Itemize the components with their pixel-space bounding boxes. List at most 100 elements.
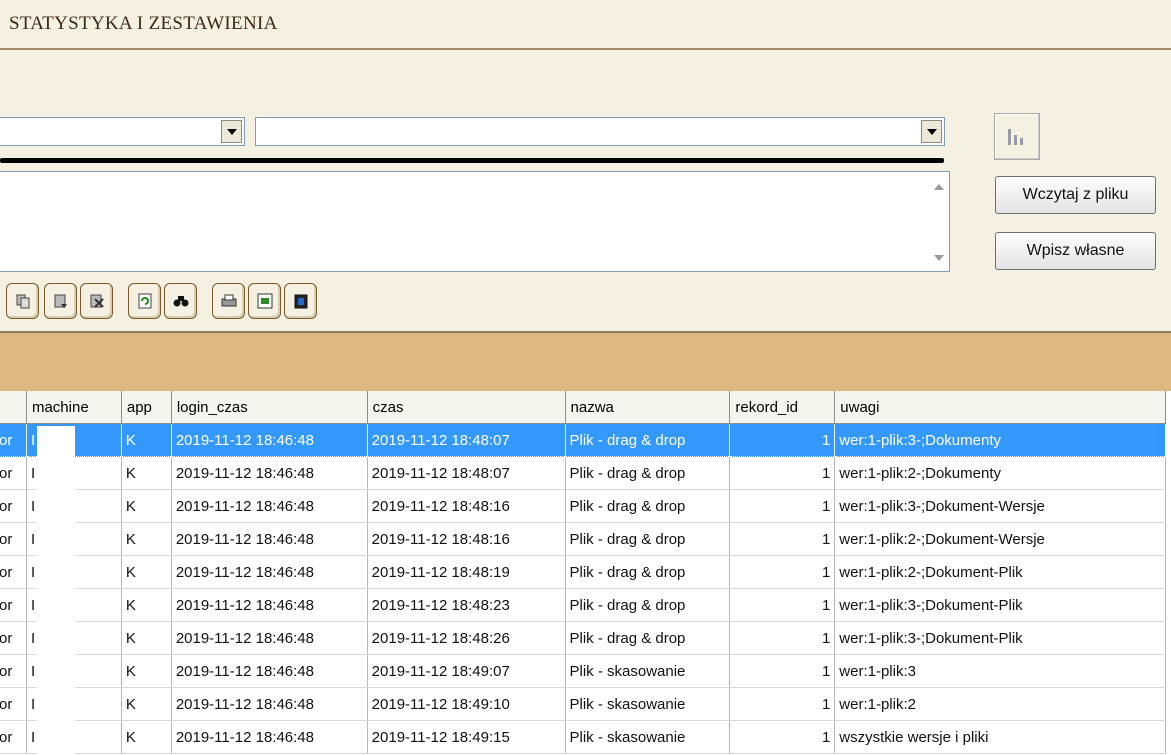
grid-header-band [0, 333, 1171, 391]
print-icon [221, 294, 237, 307]
table-cell: wer:1-plik:3-;Dokumenty [834, 423, 1166, 457]
refresh-button[interactable] [128, 283, 161, 319]
table-cell: 1 [729, 654, 836, 688]
column-header[interactable]: login_czas [171, 391, 368, 424]
chevron-down-icon[interactable] [921, 120, 942, 143]
divider [0, 158, 944, 163]
table-cell: 2019-11-12 18:46:48 [171, 489, 368, 523]
table-cell: Plik - drag & drop [565, 423, 731, 457]
table-cell: 2019-11-12 18:48:16 [367, 489, 566, 523]
table-row[interactable]: orI 2K2019-11-12 18:46:482019-11-12 18:4… [0, 456, 1166, 490]
load-from-file-button[interactable]: Wczytaj z pliku [995, 176, 1156, 214]
table-row[interactable]: orI 2K2019-11-12 18:46:482019-11-12 18:4… [0, 687, 1166, 721]
table-cell: or [0, 720, 27, 754]
column-header[interactable]: uwagi [834, 391, 1166, 424]
table-row[interactable]: orI 2K2019-11-12 18:46:482019-11-12 18:4… [0, 555, 1166, 589]
table-row[interactable]: orI 2K2019-11-12 18:46:482019-11-12 18:4… [0, 720, 1166, 754]
data-grid: machine app login_czas czas nazwa rekord… [0, 391, 1171, 755]
table-row[interactable]: orI 2K2019-11-12 18:46:482019-11-12 18:4… [0, 423, 1166, 457]
table-row[interactable]: orI 2K2019-11-12 18:46:482019-11-12 18:4… [0, 621, 1166, 655]
table-cell: 2019-11-12 18:49:07 [367, 654, 566, 688]
table-cell: or [0, 456, 27, 490]
delete-icon [90, 294, 104, 308]
refresh-icon [138, 293, 152, 309]
table-cell: 2019-11-12 18:48:07 [367, 456, 566, 490]
column-header[interactable]: czas [367, 391, 566, 424]
column-header[interactable] [0, 391, 27, 424]
table-cell: or [0, 687, 27, 721]
data-table: machine app login_czas czas nazwa rekord… [0, 391, 1166, 754]
table-cell: or [0, 489, 27, 523]
move-button[interactable] [44, 283, 77, 319]
table-cell: K [121, 423, 172, 457]
table-cell: Plik - skasowanie [565, 654, 731, 688]
table-cell: K [121, 522, 172, 556]
table-cell: 2019-11-12 18:46:48 [171, 522, 368, 556]
table-cell: wer:1-plik:2-;Dokumenty [834, 456, 1166, 490]
table-cell: K [121, 621, 172, 655]
text-input-area[interactable] [0, 171, 950, 272]
title-divider [0, 48, 1171, 50]
table-cell: 1 [729, 588, 836, 622]
table-cell: K [121, 687, 172, 721]
table-cell: 1 [729, 555, 836, 589]
table-row[interactable]: orI 2K2019-11-12 18:46:482019-11-12 18:4… [0, 522, 1166, 556]
enter-own-button[interactable]: Wpisz własne [995, 232, 1156, 270]
combo-select-2[interactable] [255, 117, 945, 146]
table-cell: 2019-11-12 18:46:48 [171, 423, 368, 457]
delete-button[interactable] [80, 283, 113, 319]
table-cell: wer:1-plik:3-;Dokument-Plik [834, 588, 1166, 622]
table-cell: wer:1-plik:3-;Dokument-Plik [834, 621, 1166, 655]
table-cell: K [121, 654, 172, 688]
table-cell: 2019-11-12 18:48:07 [367, 423, 566, 457]
table-cell: K [121, 588, 172, 622]
copy-button[interactable] [6, 283, 39, 319]
table-cell: Plik - drag & drop [565, 489, 731, 523]
table-cell: or [0, 423, 27, 457]
table-cell: 2019-11-12 18:49:10 [367, 687, 566, 721]
table-cell: K [121, 720, 172, 754]
move-icon [54, 294, 67, 308]
table-cell: 2019-11-12 18:48:26 [367, 621, 566, 655]
table-row[interactable]: orI 2K2019-11-12 18:46:482019-11-12 18:4… [0, 588, 1166, 622]
combo-select-1[interactable] [0, 117, 245, 146]
table-row[interactable]: orI 2K2019-11-12 18:46:482019-11-12 18:4… [0, 654, 1166, 688]
table-cell: 2019-11-12 18:46:48 [171, 687, 368, 721]
column-header[interactable]: app [121, 391, 172, 424]
print-button[interactable] [212, 283, 245, 319]
table-row[interactable]: orI 2K2019-11-12 18:46:482019-11-12 18:4… [0, 489, 1166, 523]
table-cell: K [121, 555, 172, 589]
table-cell: 2019-11-12 18:46:48 [171, 555, 368, 589]
column-header[interactable]: machine [26, 391, 122, 424]
table-cell: wer:1-plik:2-;Dokument-Wersje [834, 522, 1166, 556]
table-cell: 1 [729, 621, 836, 655]
find-button[interactable] [164, 283, 197, 319]
table-cell: or [0, 588, 27, 622]
chart-button[interactable] [994, 113, 1040, 160]
table-cell: 2019-11-12 18:46:48 [171, 720, 368, 754]
scroll-up-icon[interactable] [934, 184, 944, 190]
table-cell: 2019-11-12 18:48:23 [367, 588, 566, 622]
header: STATYSTYKA I ZESTAWIENIA [0, 0, 1171, 50]
table-cell: 1 [729, 687, 836, 721]
table-cell: K [121, 489, 172, 523]
table-cell: wer:1-plik:3-;Dokument-Wersje [834, 489, 1166, 523]
table-cell: wer:1-plik:2 [834, 687, 1166, 721]
table-cell: Plik - drag & drop [565, 621, 731, 655]
chevron-down-icon[interactable] [221, 120, 242, 143]
table-cell: 1 [729, 522, 836, 556]
page-title: STATYSTYKA I ZESTAWIENIA [9, 13, 278, 34]
table-cell: or [0, 621, 27, 655]
table-cell: 2019-11-12 18:46:48 [171, 654, 368, 688]
table-cell: Plik - drag & drop [565, 555, 731, 589]
table-cell: wer:1-plik:3 [834, 654, 1166, 688]
clipboard-button[interactable] [284, 283, 317, 319]
scroll-down-icon[interactable] [934, 255, 944, 261]
export-button[interactable] [248, 283, 281, 319]
table-cell: 2019-11-12 18:49:15 [367, 720, 566, 754]
column-header[interactable]: nazwa [565, 391, 731, 424]
table-cell: wszystkie wersje i pliki [834, 720, 1166, 754]
copy-icon [16, 294, 30, 309]
column-header[interactable]: rekord_id [729, 391, 836, 424]
table-cell: Plik - skasowanie [565, 687, 731, 721]
